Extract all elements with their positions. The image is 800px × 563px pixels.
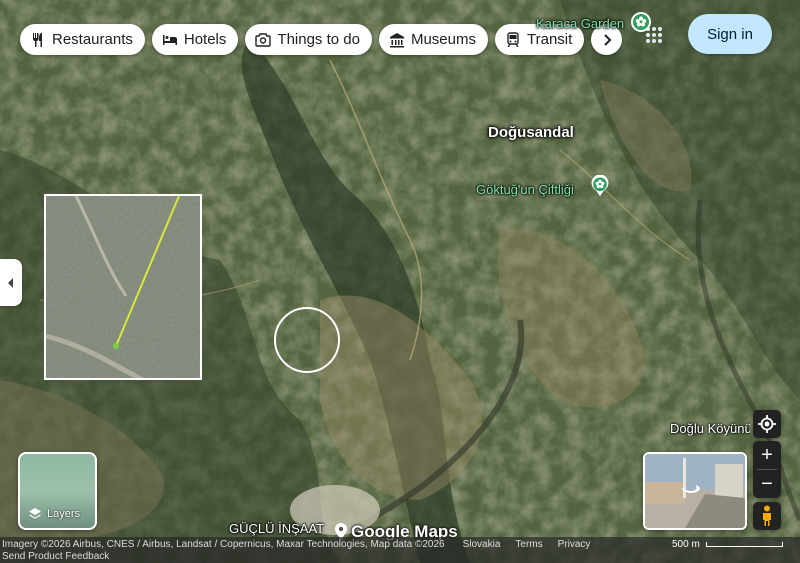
country-link[interactable]: Slovakia [463,539,501,550]
inset-satellite-view [46,196,200,378]
inset-overlay-image [44,194,202,380]
scale-bar[interactable]: 500 m [672,537,783,551]
privacy-link[interactable]: Privacy [558,539,591,550]
camera-icon [255,32,272,47]
terms-link[interactable]: Terms [515,539,542,550]
scale-ruler [705,541,783,547]
my-location-icon [758,415,776,433]
chip-restaurants[interactable]: Restaurants [20,24,145,55]
sign-in-button[interactable]: Sign in [688,14,772,54]
park-pin-icon[interactable] [589,175,611,197]
category-chips: Restaurants Hotels Things to do Museums … [20,24,623,55]
layers-label: Layers [47,508,81,520]
place-label-dogusandal[interactable]: Doğusandal [488,124,574,141]
chip-hotels[interactable]: Hotels [151,24,239,55]
street-view-image [645,454,745,528]
collapse-panel-button[interactable] [0,259,22,306]
highlight-circle [274,307,340,373]
pegman-button[interactable] [753,502,781,530]
layers-label-group: Layers [28,507,80,521]
restaurant-icon [33,32,42,47]
chip-museums[interactable]: Museums [378,24,488,55]
imagery-attribution: Imagery ©2026 Airbus, CNES / Airbus, Lan… [2,538,445,550]
chip-label: Restaurants [52,31,133,48]
poi-label-goktug[interactable]: Göktuğ'un Çiftliği [476,182,574,197]
zoom-out-button[interactable]: − [753,470,781,498]
my-location-button[interactable] [753,410,781,438]
street-view-thumbnail[interactable] [643,452,747,530]
poi-label-doglu[interactable]: Doğlu Köyünü Yürüyüş Parkurları [670,421,750,436]
poi-label-guclu[interactable]: GÜÇLÜ İNŞAAT [229,521,324,536]
chip-things-to-do[interactable]: Things to do [245,24,372,55]
chip-label: Things to do [277,31,360,48]
museum-icon [389,32,404,47]
zoom-in-button[interactable]: + [753,441,781,469]
zoom-controls: + − [753,441,781,498]
chevron-left-icon [8,277,13,288]
transit-icon [507,31,519,47]
chevron-right-icon [604,33,612,46]
hotel-icon [162,34,177,45]
layers-icon [29,508,41,519]
poi-label-karaca-garden[interactable]: Karaca Garden [536,16,624,31]
chip-label: Transit [527,31,573,48]
park-pin-icon[interactable] [630,11,652,33]
scale-label: 500 m [672,538,700,550]
send-feedback-link[interactable]: Send Product Feedback [0,551,800,563]
chip-label: Hotels [183,31,227,48]
layers-button[interactable]: Layers [18,452,97,530]
pegman-icon [763,505,771,526]
chip-label: Museums [410,31,476,48]
